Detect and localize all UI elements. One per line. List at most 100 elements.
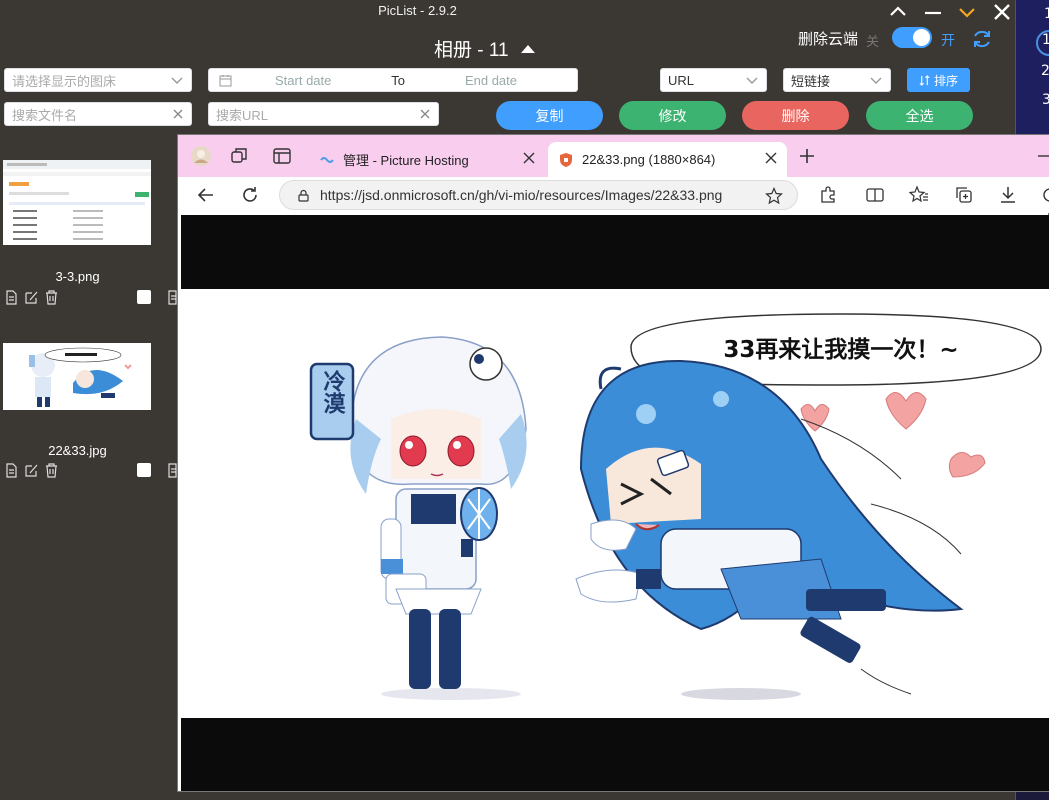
search-url-placeholder: 搜索URL bbox=[216, 107, 269, 123]
download-icon[interactable] bbox=[998, 185, 1018, 205]
collections-icon[interactable] bbox=[954, 185, 974, 205]
toggle-knob bbox=[913, 29, 930, 46]
speech-bubble-text: 33再来让我摸一次！~ bbox=[723, 336, 958, 363]
format-select[interactable]: URL bbox=[660, 68, 767, 92]
titlebar: PicList - 2.9.2 bbox=[0, 0, 1016, 22]
picture-hosting-favicon-icon bbox=[320, 156, 334, 163]
calendar-icon bbox=[219, 75, 232, 87]
split-screen-icon[interactable] bbox=[865, 185, 885, 205]
start-date-input[interactable]: Start date bbox=[275, 73, 331, 88]
toggle-off-label: 关 bbox=[866, 34, 880, 49]
bed-select[interactable]: 请选择显示的图床 bbox=[4, 68, 192, 92]
anime-illustration: 33再来让我摸一次！~ 冷漠 bbox=[181, 289, 1049, 718]
tab-actions-icon[interactable] bbox=[272, 146, 292, 166]
search-url-input[interactable]: 搜索URL bbox=[208, 102, 439, 126]
close-button[interactable] bbox=[985, 0, 1019, 24]
copy-button[interactable]: 复制 bbox=[496, 101, 603, 130]
chevron-down-icon bbox=[171, 77, 183, 84]
lock-icon[interactable] bbox=[297, 189, 310, 202]
minimize-icon[interactable] bbox=[1038, 155, 1049, 157]
thumbnail-filename: 3-3.png bbox=[55, 269, 100, 284]
settings-icon[interactable] bbox=[1040, 185, 1049, 205]
close-tab-icon[interactable] bbox=[765, 152, 777, 164]
minimize-button[interactable] bbox=[916, 0, 950, 24]
edit-icon[interactable] bbox=[24, 290, 39, 305]
bed-select-placeholder: 请选择显示的图床 bbox=[12, 73, 117, 89]
edit-icon[interactable] bbox=[24, 463, 39, 478]
displayed-image: 33再来让我摸一次！~ 冷漠 bbox=[181, 289, 1049, 718]
screen: 1 1 2 3 PicList - 2.9.2 相册 - 11 删除云端 关 开 bbox=[0, 0, 1049, 800]
workspaces-icon[interactable] bbox=[229, 146, 249, 166]
app-title: PicList - 2.9.2 bbox=[378, 3, 457, 18]
end-date-input[interactable]: End date bbox=[465, 73, 517, 88]
link-type-select-value: 短链接 bbox=[791, 73, 831, 89]
desktop-edge-text: 2 bbox=[1041, 63, 1049, 79]
album-title-text: 相册 - 11 bbox=[434, 40, 509, 61]
sort-icon bbox=[919, 74, 930, 86]
minimize-icon bbox=[925, 11, 941, 15]
thumbnail-22-33[interactable] bbox=[3, 343, 151, 410]
link-type-select[interactable]: 短链接 bbox=[783, 68, 891, 92]
profile-avatar-icon[interactable] bbox=[190, 145, 212, 167]
tab-title: 22&33.png (1880×864) bbox=[582, 152, 716, 167]
navigation-bar: https://jsd.onmicrosoft.cn/gh/vi-mio/res… bbox=[178, 177, 1049, 213]
document-icon[interactable] bbox=[4, 290, 19, 305]
tab-image-22-33[interactable]: 22&33.png (1880×864) bbox=[548, 142, 787, 177]
select-checkbox[interactable] bbox=[137, 290, 151, 304]
date-separator: To bbox=[391, 72, 406, 88]
close-tab-icon[interactable] bbox=[523, 152, 535, 164]
chevron-down-icon bbox=[959, 8, 975, 18]
close-icon bbox=[994, 4, 1010, 20]
browser-window: 管理 - Picture Hosting 22&33.png (1880×864… bbox=[177, 134, 1049, 792]
document-icon[interactable] bbox=[4, 463, 19, 478]
back-arrow-icon[interactable] bbox=[196, 185, 216, 205]
desktop-edge: 1 1 2 3 bbox=[1016, 0, 1049, 135]
document-icon bbox=[168, 290, 177, 305]
extensions-icon[interactable] bbox=[818, 185, 838, 205]
favorite-star-icon[interactable] bbox=[765, 187, 783, 205]
new-tab-icon[interactable] bbox=[798, 147, 816, 165]
tab-title: 管理 - Picture Hosting bbox=[343, 153, 469, 168]
date-range-picker[interactable]: Start date To End date bbox=[208, 68, 578, 92]
trash-icon[interactable] bbox=[44, 290, 59, 305]
sort-button-label: 排序 bbox=[933, 73, 958, 88]
desktop-edge-text: 1 bbox=[1042, 32, 1049, 48]
document-icon bbox=[168, 463, 177, 478]
tab-picture-hosting[interactable]: 管理 - Picture Hosting bbox=[309, 142, 545, 177]
desktop-edge-text: 3 bbox=[1042, 92, 1049, 108]
tab-bar: 管理 - Picture Hosting 22&33.png (1880×864… bbox=[178, 135, 1049, 177]
delete-cloud-label: 删除云端 bbox=[798, 31, 859, 48]
collapse-window-button[interactable] bbox=[881, 0, 915, 24]
chevron-down-icon bbox=[746, 77, 758, 84]
image-viewer: 33再来让我摸一次！~ 冷漠 bbox=[181, 215, 1049, 791]
clear-icon[interactable] bbox=[171, 107, 185, 121]
refresh-icon[interactable] bbox=[971, 28, 993, 50]
delete-cloud-toggle[interactable] bbox=[892, 27, 932, 48]
format-select-value: URL bbox=[668, 72, 695, 88]
select-checkbox[interactable] bbox=[137, 463, 151, 477]
thumbnail-3-3[interactable] bbox=[3, 160, 151, 245]
album-title[interactable]: 相册 - 11 bbox=[434, 35, 535, 62]
chevron-down-icon bbox=[870, 77, 882, 84]
thumbnail-image bbox=[3, 160, 151, 245]
search-filename-placeholder: 搜索文件名 bbox=[12, 107, 78, 123]
search-filename-input[interactable]: 搜索文件名 bbox=[4, 102, 192, 126]
edit-button[interactable]: 修改 bbox=[619, 101, 726, 130]
sort-button[interactable]: 排序 bbox=[907, 68, 970, 92]
trash-icon[interactable] bbox=[44, 463, 59, 478]
thumbnail-image bbox=[3, 343, 151, 410]
delete-button[interactable]: 删除 bbox=[742, 101, 849, 130]
address-url: https://jsd.onmicrosoft.cn/gh/vi-mio/res… bbox=[320, 187, 723, 203]
toggle-on-label: 开 bbox=[941, 32, 955, 48]
reload-icon[interactable] bbox=[240, 185, 260, 205]
select-all-button[interactable]: 全选 bbox=[866, 101, 973, 130]
clear-icon[interactable] bbox=[418, 107, 432, 121]
chevron-up-icon bbox=[890, 6, 906, 16]
address-bar[interactable]: https://jsd.onmicrosoft.cn/gh/vi-mio/res… bbox=[279, 180, 798, 210]
mini-window-button[interactable] bbox=[950, 0, 984, 24]
thumbnail-tools bbox=[4, 290, 59, 305]
favorites-icon[interactable] bbox=[909, 185, 929, 205]
thumbnail-filename: 22&33.jpg bbox=[48, 443, 107, 458]
shield-favicon-icon bbox=[560, 152, 572, 167]
sign-text: 冷漠 bbox=[320, 369, 346, 415]
